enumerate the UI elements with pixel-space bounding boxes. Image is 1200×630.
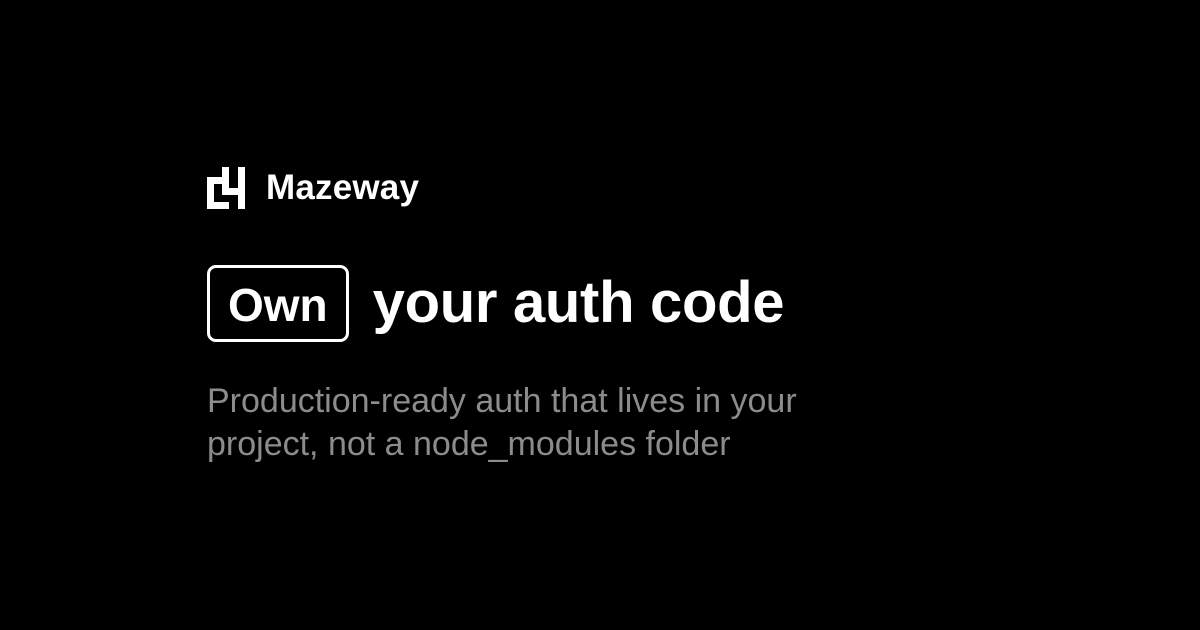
brand: Mazeway	[207, 166, 1067, 210]
brand-name: Mazeway	[266, 168, 420, 207]
subtitle-line-1: Production-ready auth that lives in your	[207, 382, 797, 420]
subtitle-line-2: project, not a node_modules folder	[207, 425, 731, 463]
hero: Mazeway Own your auth code Production-re…	[207, 166, 1067, 466]
subtitle: Production-ready auth that lives in your…	[207, 380, 927, 466]
maze-logo-icon	[207, 167, 245, 209]
headline-text: your auth code	[372, 270, 785, 335]
headline-highlight-badge: Own	[207, 264, 349, 342]
headline: Own your auth code	[207, 264, 1067, 342]
